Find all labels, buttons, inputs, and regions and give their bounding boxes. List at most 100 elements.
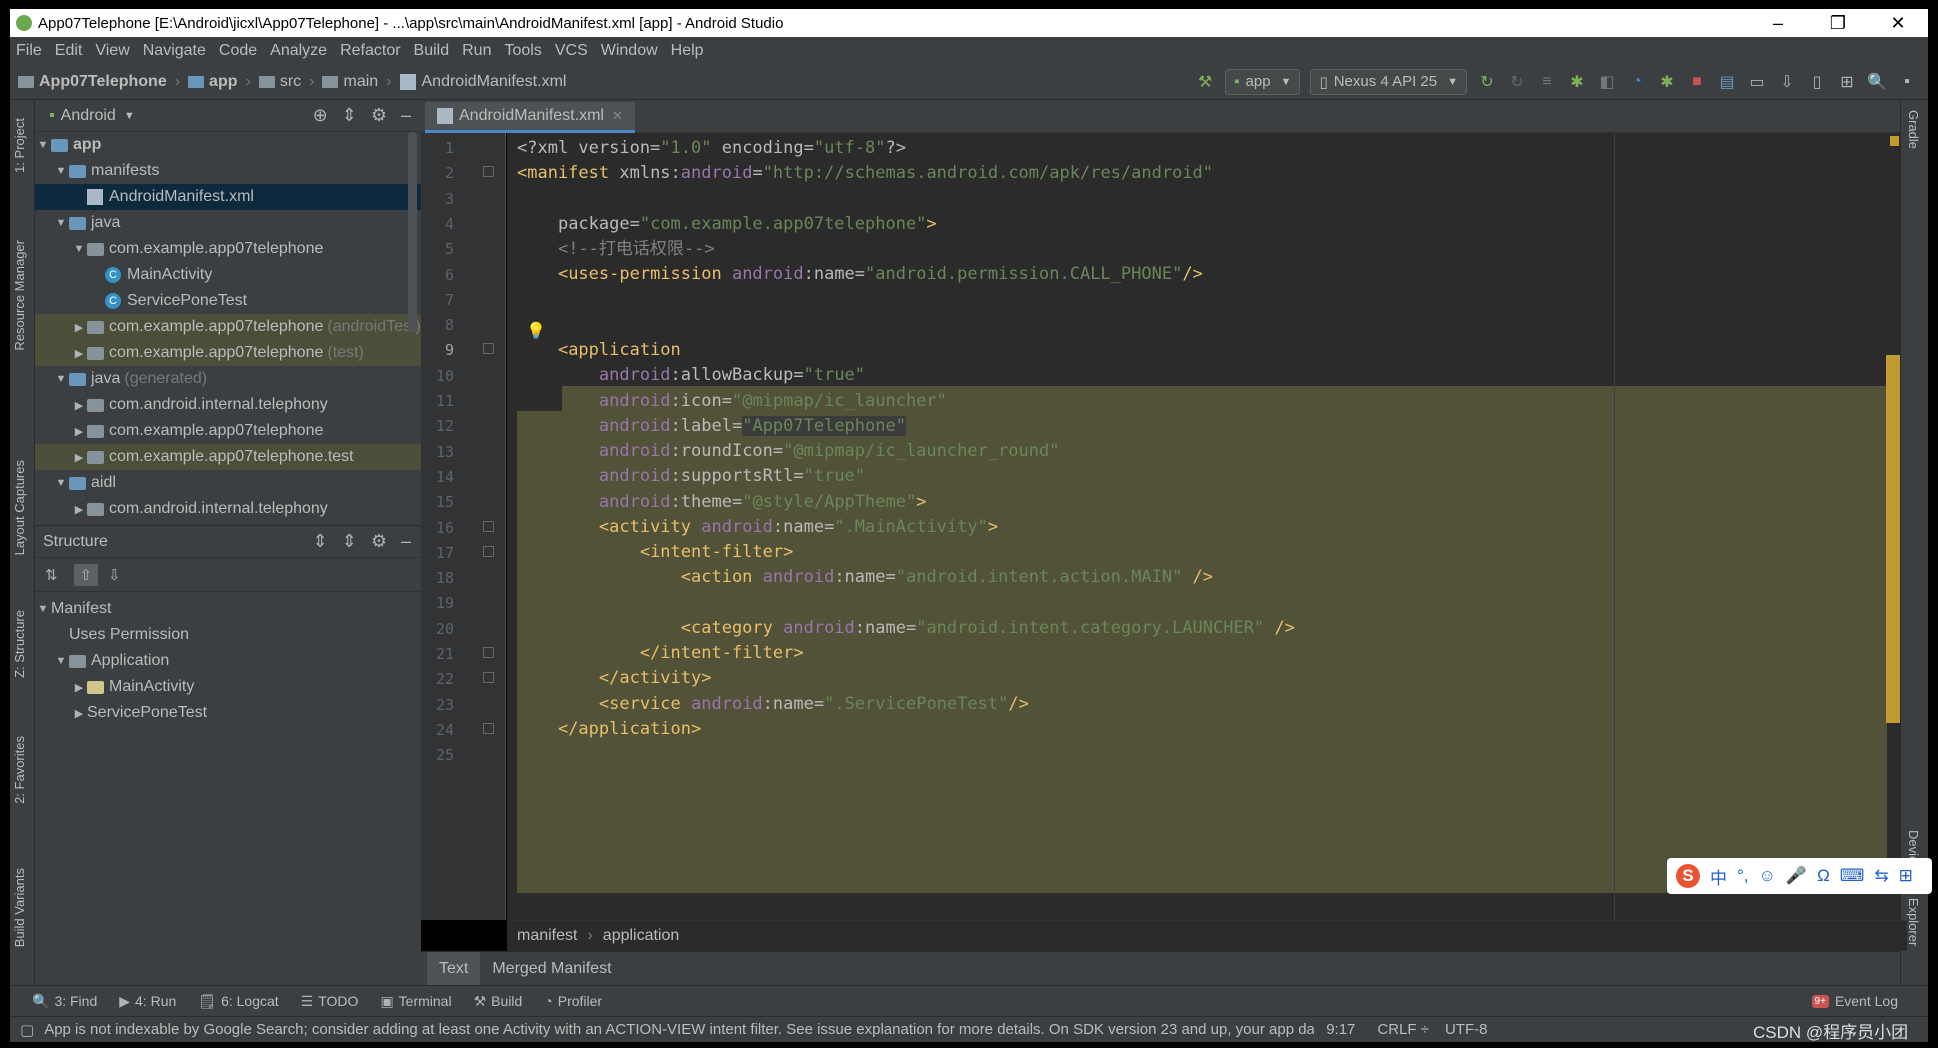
ime-item[interactable]: Ω — [1817, 866, 1830, 886]
chevron-down-icon[interactable]: ▼ — [53, 655, 69, 667]
collapse-all-icon[interactable]: ⇕ — [342, 105, 357, 126]
close-button[interactable]: ✕ — [1868, 13, 1928, 34]
menu-file[interactable]: File — [16, 42, 42, 60]
locate-icon[interactable]: ⊕ — [313, 105, 328, 126]
menu-code[interactable]: Code — [219, 42, 257, 60]
run-config-select[interactable]: ▪ app ▼ — [1225, 68, 1301, 95]
project-tree-row[interactable]: ▶ com.example.app07telephone (androidTest) — [35, 314, 421, 340]
coverage-icon[interactable]: ◧ — [1596, 71, 1618, 93]
ime-item[interactable]: S — [1676, 864, 1700, 888]
make-project-icon[interactable]: ⚒ — [1194, 71, 1216, 93]
menu-run[interactable]: Run — [462, 42, 491, 60]
chevron-right-icon[interactable]: ▶ — [71, 681, 87, 694]
menu-vcs[interactable]: VCS — [555, 42, 588, 60]
layout-inspector-icon[interactable]: ⊞ — [1836, 71, 1858, 93]
fold-marker-icon[interactable] — [483, 722, 494, 734]
tool-3-find[interactable]: 🔍 3: Find — [32, 993, 97, 1010]
project-tree-row[interactable]: C MainActivity — [35, 262, 421, 288]
breadcrumb-main[interactable]: main › — [322, 73, 392, 91]
code-breadcrumb-application[interactable]: application — [603, 927, 680, 945]
debug-icon[interactable]: ✱ — [1566, 71, 1588, 93]
expand-all-icon[interactable]: ⇕ — [313, 531, 328, 552]
hide-icon[interactable]: – — [401, 531, 411, 552]
profile-icon[interactable]: ◔ — [1626, 71, 1648, 93]
warning-marker[interactable] — [1890, 136, 1899, 146]
tool-window-layout-captures[interactable]: Layout Captures — [12, 460, 27, 555]
list-icon[interactable]: ≡ — [1536, 71, 1558, 93]
breadcrumb-project[interactable]: App07Telephone › — [18, 73, 180, 91]
tab-text[interactable]: Text — [427, 951, 481, 986]
autoscroll-from-source-icon[interactable]: ⇩ — [108, 566, 121, 584]
tool-build[interactable]: ⚒ Build — [474, 993, 523, 1010]
stop-icon[interactable]: ■ — [1686, 71, 1708, 93]
menu-edit[interactable]: Edit — [55, 42, 83, 60]
tool-window-structure[interactable]: Z: Structure — [12, 610, 27, 678]
gear-icon[interactable]: ⚙ — [371, 105, 387, 126]
project-tree-row[interactable]: ▼ java — [35, 210, 421, 236]
chevron-right-icon[interactable]: ▶ — [71, 503, 87, 516]
caret-position[interactable]: 9:17 — [1326, 1021, 1355, 1038]
menu-build[interactable]: Build — [414, 42, 450, 60]
project-view-select[interactable]: Android — [61, 107, 116, 125]
structure-tree-row[interactable]: ▼ Manifest — [35, 596, 421, 622]
project-tree-row[interactable]: C ServicePoneTest — [35, 288, 421, 314]
project-tree-row[interactable]: ▶ com.example.app07telephone (test) — [35, 340, 421, 366]
structure-tree-row[interactable]: ▶ ServicePoneTest — [35, 700, 421, 726]
tab-merged-manifest[interactable]: Merged Manifest — [480, 952, 623, 986]
chevron-down-icon[interactable]: ▼ — [124, 110, 135, 122]
ime-item[interactable]: ☺ — [1759, 866, 1776, 886]
chevron-down-icon[interactable]: ▼ — [35, 139, 51, 151]
chevron-right-icon[interactable]: ▶ — [71, 399, 87, 412]
account-icon[interactable]: ▪ — [1896, 71, 1918, 93]
code-breadcrumb-manifest[interactable]: manifest — [517, 927, 577, 945]
minimize-button[interactable]: – — [1748, 13, 1808, 34]
attach-debugger-icon[interactable]: ✱ — [1656, 71, 1678, 93]
device-manager-icon[interactable]: ▯ — [1806, 71, 1828, 93]
tool-profiler[interactable]: ◔ Profiler — [544, 993, 602, 1009]
chevron-right-icon[interactable]: ▶ — [71, 451, 87, 464]
autoscroll-to-source-icon[interactable]: ⇧ — [73, 563, 99, 586]
chevron-down-icon[interactable]: ▼ — [53, 477, 69, 489]
menu-tools[interactable]: Tools — [504, 42, 541, 60]
file-encoding[interactable]: UTF-8 — [1445, 1021, 1488, 1038]
maximize-button[interactable]: ❐ — [1808, 13, 1868, 34]
code-editor[interactable]: <?xml version="1.0" encoding="utf-8"?> <… — [507, 133, 1907, 920]
tool-window-gradle[interactable]: Gradle — [1906, 110, 1921, 149]
tool-window-build-variants[interactable]: Build Variants — [12, 868, 27, 947]
ime-item[interactable]: 🎤 — [1786, 866, 1807, 886]
structure-tree-row[interactable]: Uses Permission — [35, 622, 421, 648]
tool-6-logcat[interactable]: 🗒 6: Logcat — [198, 993, 278, 1010]
menu-refactor[interactable]: Refactor — [340, 42, 400, 60]
menu-window[interactable]: Window — [601, 42, 658, 60]
project-tree-row[interactable]: ▼ aidl — [35, 470, 421, 496]
breadcrumb-file[interactable]: AndroidManifest.xml — [399, 73, 566, 91]
chevron-down-icon[interactable]: ▼ — [53, 373, 69, 385]
tool-window-favorites[interactable]: 2: Favorites — [12, 736, 27, 804]
project-tree-row[interactable]: ▶ com.example.app07telephone — [35, 418, 421, 444]
chevron-right-icon[interactable]: ▶ — [71, 425, 87, 438]
device-select[interactable]: ▯ Nexus 4 API 25 ▼ — [1310, 68, 1467, 95]
menu-view[interactable]: View — [95, 42, 129, 60]
breadcrumb-src[interactable]: src › — [258, 73, 314, 91]
chevron-down-icon[interactable]: ▼ — [53, 217, 69, 229]
fold-marker-icon[interactable] — [483, 343, 494, 355]
ime-item[interactable]: ⌨ — [1840, 866, 1865, 886]
apply-changes-icon[interactable]: ↻ — [1476, 71, 1498, 93]
menu-navigate[interactable]: Navigate — [143, 42, 206, 60]
status-message[interactable]: App is not indexable by Google Search; c… — [44, 1021, 1314, 1038]
apply-code-changes-icon[interactable]: ↻ — [1506, 71, 1528, 93]
hide-icon[interactable]: – — [401, 105, 411, 126]
lightbulb-icon[interactable]: 💡 — [526, 321, 546, 341]
sync-project-icon[interactable]: ▤ — [1716, 71, 1738, 93]
fold-marker-icon[interactable] — [483, 647, 494, 658]
project-tree-row[interactable]: AndroidManifest.xml — [35, 184, 421, 210]
project-tree-row[interactable]: ▶ com.example.app07telephone.test — [35, 444, 421, 470]
fold-marker-icon[interactable] — [483, 545, 494, 557]
search-everywhere-icon[interactable]: 🔍 — [1866, 71, 1888, 93]
project-tree-row[interactable]: ▼ manifests — [35, 158, 421, 184]
line-separator[interactable]: CRLF ÷ — [1377, 1021, 1429, 1038]
chevron-right-icon[interactable]: ▶ — [71, 321, 87, 334]
gear-icon[interactable]: ⚙ — [371, 531, 387, 552]
project-tree-row[interactable]: ▼ app — [35, 132, 421, 158]
structure-tree-row[interactable]: ▼ Application — [35, 648, 421, 674]
